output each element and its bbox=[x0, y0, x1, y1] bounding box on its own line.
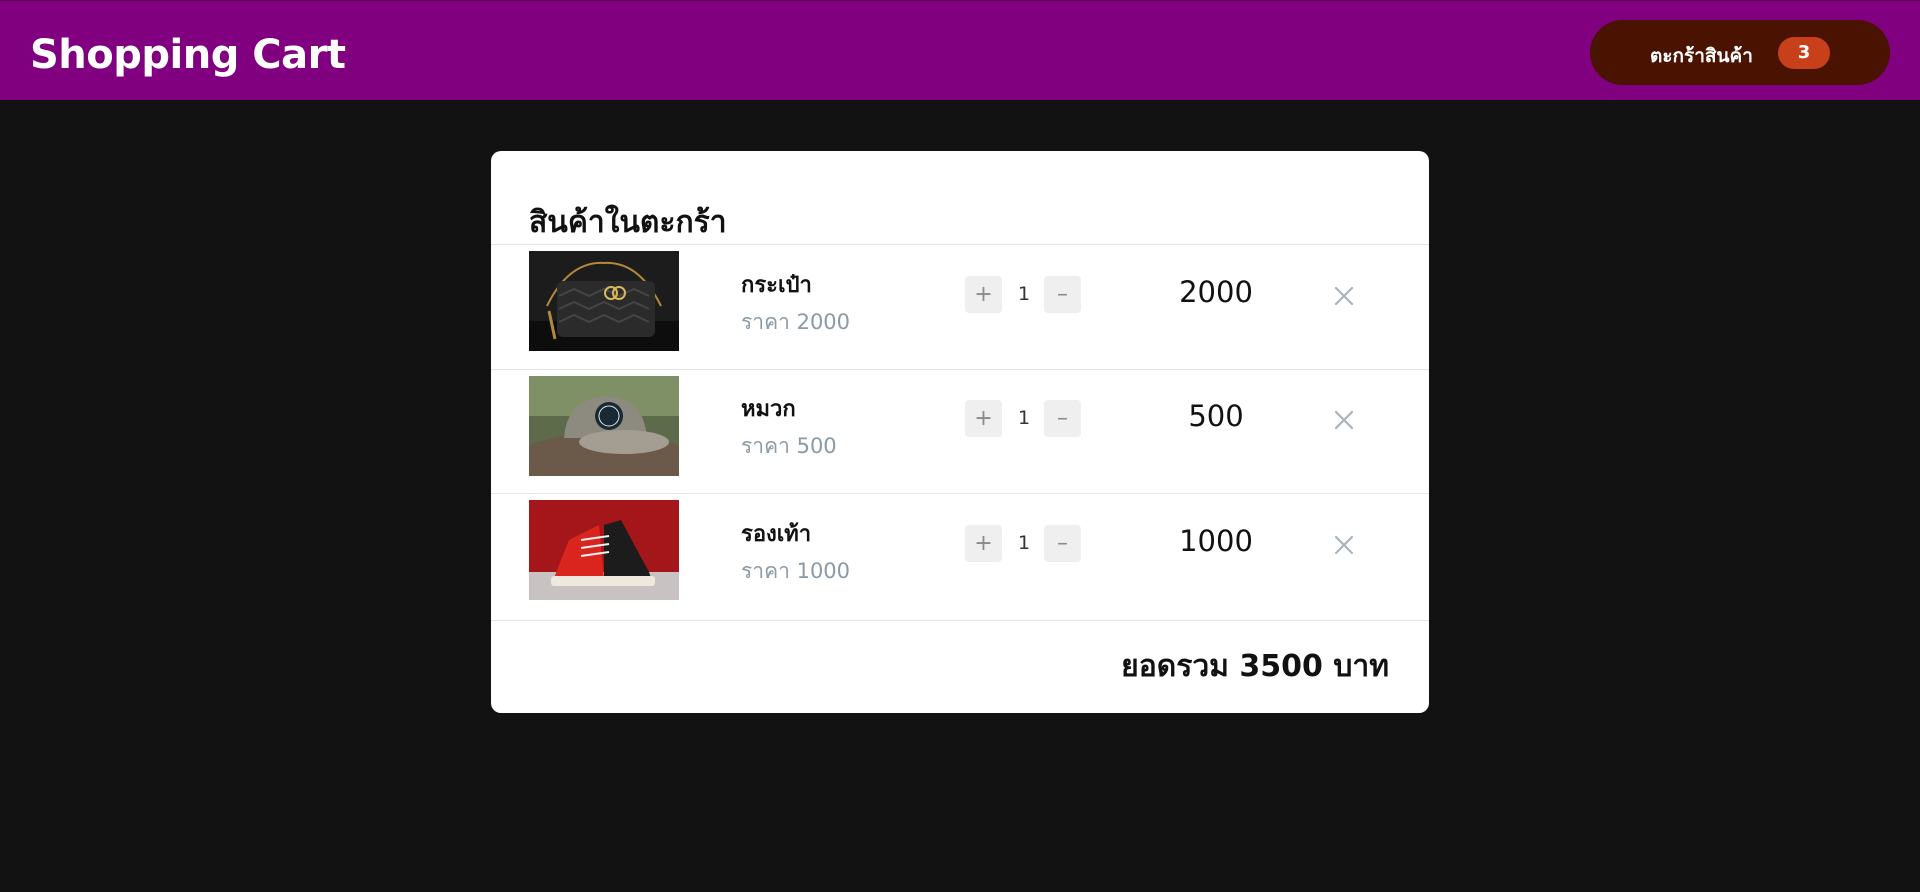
item-name: หมวก bbox=[741, 397, 796, 422]
cart-item-row: กระเป๋า ราคา 2000 + 1 – 2000 bbox=[491, 244, 1429, 370]
top-navbar: Shopping Cart ตะกร้าสินค้า 3 bbox=[0, 0, 1920, 100]
cart-panel: สินค้าในตะกร้า กระเป๋า ราคา 2000 + 1 – 2… bbox=[491, 151, 1429, 713]
close-icon bbox=[1334, 410, 1354, 430]
decrease-quantity-button[interactable]: – bbox=[1044, 525, 1081, 562]
quantity-value: 1 bbox=[1017, 407, 1031, 429]
increase-quantity-button[interactable]: + bbox=[965, 276, 1002, 313]
item-price: ราคา 1000 bbox=[741, 559, 851, 583]
sneaker-image bbox=[529, 500, 679, 600]
cap-image bbox=[529, 376, 679, 476]
item-name: รองเท้า bbox=[741, 522, 812, 547]
cart-total: ยอดรวม 3500 บาท bbox=[1121, 649, 1389, 684]
quantity-value: 1 bbox=[1017, 283, 1031, 305]
cart-item-row: รองเท้า ราคา 1000 + 1 – 1000 bbox=[491, 493, 1429, 621]
cart-button[interactable]: ตะกร้าสินค้า 3 bbox=[1590, 20, 1890, 85]
cart-item-row: หมวก ราคา 500 + 1 – 500 bbox=[491, 369, 1429, 494]
app-title: Shopping Cart bbox=[30, 32, 346, 78]
item-price: ราคา 2000 bbox=[741, 310, 851, 334]
increase-quantity-button[interactable]: + bbox=[965, 400, 1002, 437]
remove-item-button[interactable] bbox=[1329, 405, 1359, 435]
cart-count-badge: 3 bbox=[1778, 37, 1830, 69]
decrease-quantity-button[interactable]: – bbox=[1044, 400, 1081, 437]
line-total: 2000 bbox=[1179, 275, 1253, 309]
item-price: ราคา 500 bbox=[741, 434, 837, 458]
decrease-quantity-button[interactable]: – bbox=[1044, 276, 1081, 313]
increase-quantity-button[interactable]: + bbox=[965, 525, 1002, 562]
cart-button-label: ตะกร้าสินค้า bbox=[1650, 45, 1753, 67]
remove-item-button[interactable] bbox=[1329, 530, 1359, 560]
line-total: 1000 bbox=[1179, 524, 1253, 558]
divider bbox=[491, 620, 1429, 621]
handbag-image bbox=[529, 251, 679, 351]
close-icon bbox=[1334, 286, 1354, 306]
cart-heading: สินค้าในตะกร้า bbox=[529, 205, 727, 240]
quantity-value: 1 bbox=[1017, 532, 1031, 554]
close-icon bbox=[1334, 535, 1354, 555]
item-name: กระเป๋า bbox=[741, 273, 812, 298]
line-total: 500 bbox=[1188, 399, 1244, 433]
remove-item-button[interactable] bbox=[1329, 281, 1359, 311]
